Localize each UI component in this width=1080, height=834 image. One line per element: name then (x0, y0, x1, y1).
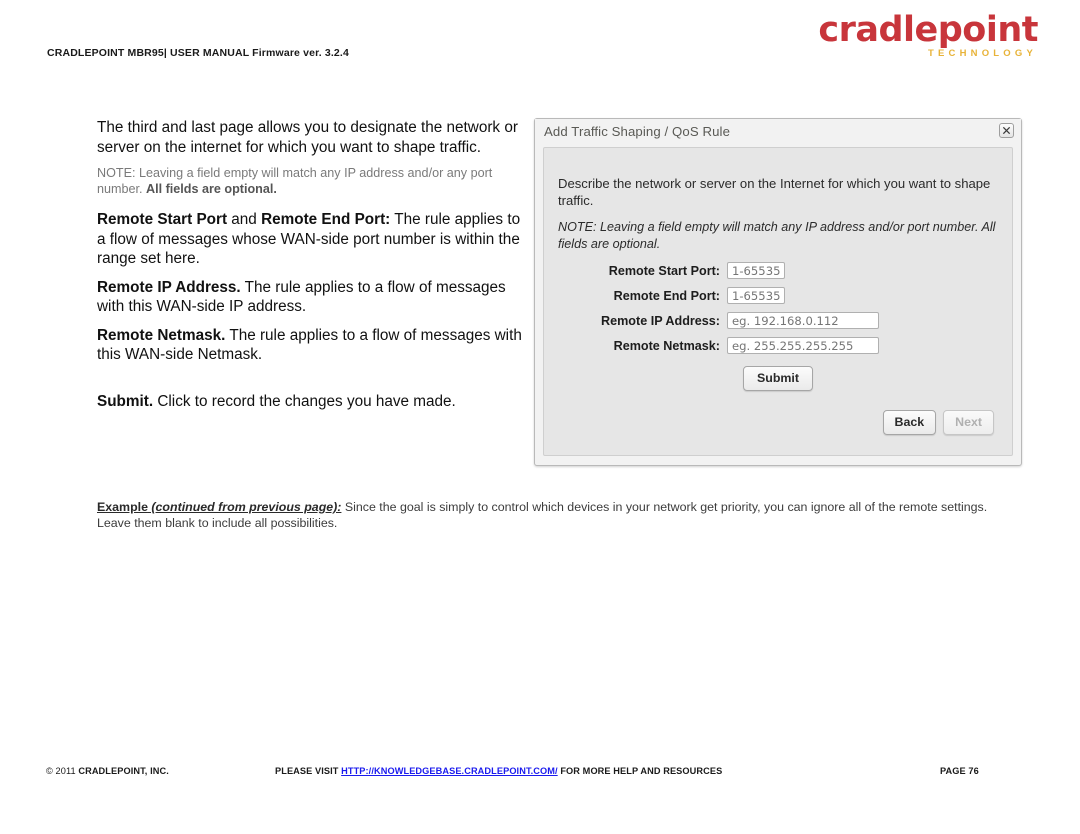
label-remote-netmask: Remote Netmask: (613, 338, 720, 353)
form-row-remote-netmask: Remote Netmask: (544, 333, 1012, 358)
remote-start-port-input[interactable] (727, 262, 785, 279)
label-remote-ip-address: Remote IP Address: (601, 313, 720, 328)
description-submit: Click to record the changes you have mad… (153, 392, 456, 410)
dialog-description: Describe the network or server on the In… (558, 176, 991, 208)
dialog-note: NOTE: Leaving a field empty will match a… (558, 220, 996, 251)
term-remote-netmask: Remote Netmask. (97, 326, 226, 344)
remote-ip-address-input[interactable] (727, 312, 879, 329)
footer-text-after: FOR MORE HELP AND RESOURCES (557, 766, 723, 776)
term-conjunction: and (227, 211, 262, 228)
dialog-body: Describe the network or server on the In… (543, 147, 1013, 456)
example-label: Example (97, 500, 148, 514)
dialog-titlebar: Add Traffic Shaping / QoS Rule (535, 119, 1021, 146)
left-text-column: The third and last page allows you to de… (97, 118, 522, 420)
dialog-title: Add Traffic Shaping / QoS Rule (544, 124, 731, 139)
example-continuation-note: (continued from previous page): (147, 500, 342, 514)
term-remote-end-port: Remote End Port: (261, 211, 391, 228)
breadcrumb: CRADLEPOINT MBR95| USER MANUAL Firmware … (47, 47, 349, 59)
field-description-submit: Submit. Click to record the changes you … (97, 392, 522, 412)
note-emphasis: All fields are optional. (146, 181, 277, 196)
page-header: CRADLEPOINT MBR95| USER MANUAL Firmware … (0, 0, 1080, 70)
add-qos-rule-dialog: Add Traffic Shaping / QoS Rule Describe … (534, 118, 1022, 466)
qos-remote-form: Remote Start Port: Remote End Port: Remo… (544, 258, 1012, 358)
example-block: Example (continued from previous page): … (97, 500, 997, 531)
term-remote-ip-address: Remote IP Address. (97, 278, 241, 296)
page-number: PAGE 76 (940, 766, 979, 776)
cradlepoint-logo: cradlepoint TECHNOLOGY (818, 13, 1038, 59)
footer-company: CRADLEPOINT, INC. (78, 766, 169, 776)
intro-paragraph: The third and last page allows you to de… (97, 119, 518, 156)
form-row-remote-ip-address: Remote IP Address: (544, 308, 1012, 333)
submit-button[interactable]: Submit (743, 366, 813, 391)
page-footer: © 2011 CRADLEPOINT, INC. PLEASE VISIT HT… (0, 763, 1080, 783)
knowledgebase-link[interactable]: HTTP://KNOWLEDGEBASE.CRADLEPOINT.COM/ (341, 766, 558, 776)
footer-copyright-year: © 2011 (46, 766, 79, 776)
footer-copyright: © 2011 CRADLEPOINT, INC. (46, 766, 169, 776)
remote-end-port-input[interactable] (727, 287, 785, 304)
remote-netmask-input[interactable] (727, 337, 879, 354)
term-remote-start-port: Remote Start Port (97, 211, 228, 228)
logo-tagline: TECHNOLOGY (927, 48, 1037, 59)
close-icon[interactable] (999, 123, 1014, 138)
form-row-remote-end-port: Remote End Port: (544, 283, 1012, 308)
back-button[interactable]: Back (882, 410, 937, 435)
field-description-remote-netmask: Remote Netmask. The rule applies to a fl… (97, 326, 522, 365)
form-row-remote-start-port: Remote Start Port: (544, 258, 1012, 283)
footer-text-before: PLEASE VISIT (275, 766, 342, 776)
label-remote-end-port: Remote End Port: (613, 288, 720, 303)
term-submit: Submit. (97, 392, 154, 410)
submit-row: Submit (544, 366, 1012, 391)
label-remote-start-port: Remote Start Port: (608, 263, 720, 278)
field-description-remote-ip: Remote IP Address. The rule applies to a… (97, 278, 522, 317)
field-description-remote-ports: Remote Start Port and Remote End Port: T… (97, 210, 522, 269)
note-paragraph: NOTE: Leaving a field empty will match a… (97, 166, 522, 197)
logo-wordmark: cradlepoint (818, 10, 1038, 50)
next-button: Next (943, 410, 994, 435)
wizard-navigation: Back Next (882, 410, 994, 435)
footer-help-text: PLEASE VISIT HTTP://KNOWLEDGEBASE.CRADLE… (275, 766, 722, 776)
